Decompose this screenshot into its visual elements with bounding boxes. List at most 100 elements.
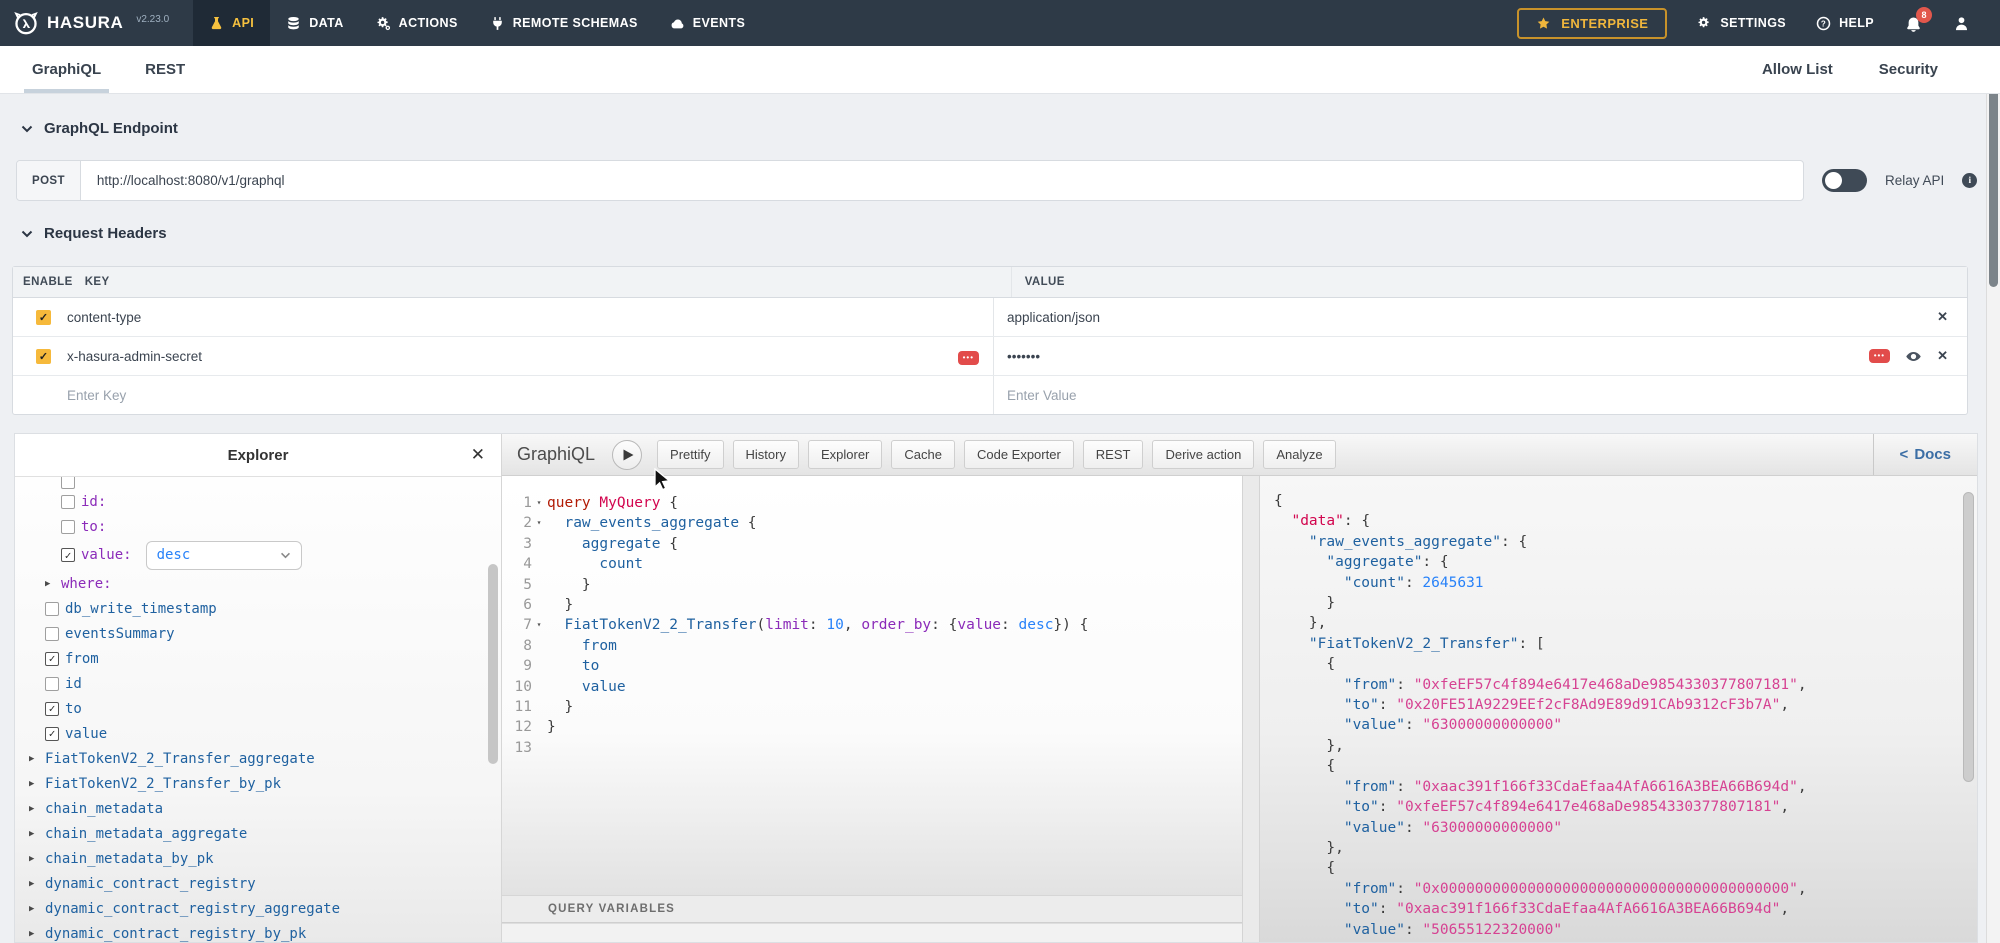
response-line: "aggregate": {	[1273, 552, 1977, 572]
explorer-field-id[interactable]: id:	[15, 489, 501, 514]
docs-button[interactable]: < Docs	[1873, 434, 1977, 475]
field-checkbox[interactable]: ✓	[45, 702, 59, 716]
query-variables-area[interactable]	[502, 924, 1242, 942]
explorer-field-where[interactable]: ▶where:	[15, 571, 501, 596]
explorer-scrollbar[interactable]	[488, 564, 498, 764]
expand-arrow-icon[interactable]: ▶	[29, 829, 39, 839]
field-checkbox[interactable]	[61, 520, 75, 534]
expand-arrow-icon[interactable]: ▶	[29, 779, 39, 789]
hasura-logo[interactable]: HASURA v2.23.0	[0, 10, 169, 36]
link-allow-list[interactable]: Allow List	[1762, 61, 1833, 78]
info-icon[interactable]: i	[1962, 173, 1977, 188]
history-button[interactable]: History	[733, 440, 799, 469]
expand-arrow-icon[interactable]: ▶	[29, 754, 39, 764]
nav-item-remote-schemas[interactable]: REMOTE SCHEMAS	[474, 0, 654, 46]
explorer-field-value[interactable]: ✓value	[15, 721, 501, 746]
secret-pill-icon[interactable]: •••	[1869, 349, 1890, 363]
explorer-field-chain_metadata_by_pk[interactable]: ▶chain_metadata_by_pk	[15, 846, 501, 871]
field-checkbox[interactable]	[45, 627, 59, 641]
explorer-field-dynamic_contract_registry_by_pk[interactable]: ▶dynamic_contract_registry_by_pk	[15, 921, 501, 942]
explorer-field-chain_metadata_aggregate[interactable]: ▶chain_metadata_aggregate	[15, 821, 501, 846]
field-checkbox[interactable]	[45, 602, 59, 616]
explorer-field-FiatTokenV2_2_Transfer_by_pk[interactable]: ▶FiatTokenV2_2_Transfer_by_pk	[15, 771, 501, 796]
expand-arrow-icon[interactable]: ▶	[29, 904, 39, 914]
query-line: 13	[502, 738, 1242, 758]
explorer-field-from[interactable]: ✓from	[15, 646, 501, 671]
link-security[interactable]: Security	[1879, 61, 1938, 78]
relay-api-toggle[interactable]	[1822, 169, 1867, 192]
explorer-field-value[interactable]: ✓value:desc	[15, 539, 501, 571]
header-value-input[interactable]: •••••••	[1007, 349, 1040, 364]
field-checkbox[interactable]: ✓	[45, 727, 59, 741]
new-header-key-input[interactable]: Enter Key	[67, 388, 126, 403]
nav-item-data[interactable]: DATA	[270, 0, 359, 46]
page-scrollbar[interactable]	[1986, 46, 2000, 943]
expand-arrow-icon[interactable]: ▶	[45, 579, 55, 589]
code-exporter-button[interactable]: Code Exporter	[964, 440, 1074, 469]
explorer-field-dynamic_contract_registry[interactable]: ▶dynamic_contract_registry	[15, 871, 501, 896]
explorer-field-partial[interactable]	[15, 477, 501, 489]
header-value-input[interactable]: application/json	[1007, 310, 1100, 325]
explorer-field-dynamic_contract_registry_aggregate[interactable]: ▶dynamic_contract_registry_aggregate	[15, 896, 501, 921]
notification-badge: 8	[1916, 7, 1932, 23]
field-checkbox[interactable]: ✓	[45, 652, 59, 666]
user-menu-button[interactable]	[1953, 15, 1970, 32]
request-headers-section-toggle[interactable]: Request Headers	[21, 225, 167, 242]
field-checkbox[interactable]	[61, 477, 75, 489]
field-checkbox[interactable]	[61, 495, 75, 509]
expand-arrow-icon[interactable]: ▶	[29, 879, 39, 889]
secret-pill-icon[interactable]: •••	[958, 351, 979, 365]
nav-item-events[interactable]: EVENTS	[654, 0, 761, 46]
graphql-endpoint-section-toggle[interactable]: GraphQL Endpoint	[21, 120, 178, 137]
order-by-value-select[interactable]: desc	[146, 541, 302, 570]
fold-arrow-icon[interactable]: ▾	[532, 615, 546, 635]
new-header-value-input[interactable]: Enter Value	[1007, 388, 1077, 403]
derive-action-button[interactable]: Derive action	[1152, 440, 1254, 469]
cache-button[interactable]: Cache	[891, 440, 955, 469]
rest-button[interactable]: REST	[1083, 440, 1144, 469]
explorer-field-to[interactable]: ✓to	[15, 696, 501, 721]
explorer-field-FiatTokenV2_2_Transfer_aggregate[interactable]: ▶FiatTokenV2_2_Transfer_aggregate	[15, 746, 501, 771]
query-variables-header[interactable]: QUERY VARIABLES	[502, 895, 1242, 923]
execute-query-button[interactable]	[612, 440, 642, 470]
tab-rest[interactable]: REST	[145, 46, 185, 93]
field-checkbox[interactable]	[45, 677, 59, 691]
expand-arrow-icon[interactable]: ▶	[29, 854, 39, 864]
fold-arrow-icon[interactable]: ▾	[532, 493, 546, 513]
help-button[interactable]: ? HELP	[1816, 16, 1874, 31]
remove-header-icon[interactable]: ✕	[1937, 309, 1948, 325]
fold-arrow-icon	[532, 636, 546, 656]
explorer-button[interactable]: Explorer	[808, 440, 882, 469]
notifications-button[interactable]: 8	[1904, 14, 1923, 33]
chevron-left-icon: <	[1900, 446, 1909, 463]
nav-item-api[interactable]: API	[193, 0, 270, 46]
close-icon[interactable]: ✕	[471, 445, 485, 465]
reveal-value-eye-icon[interactable]	[1905, 348, 1922, 365]
expand-arrow-icon[interactable]: ▶	[29, 804, 39, 814]
explorer-field-db_write_timestamp[interactable]: db_write_timestamp	[15, 596, 501, 621]
prettify-button[interactable]: Prettify	[657, 440, 723, 469]
fold-arrow-icon[interactable]: ▾	[532, 513, 546, 533]
endpoint-url-input[interactable]: http://localhost:8080/v1/graphql	[81, 161, 1803, 200]
settings-button[interactable]: SETTINGS	[1697, 16, 1786, 31]
explorer-header: Explorer ✕	[15, 434, 501, 477]
explorer-field-to[interactable]: to:	[15, 514, 501, 539]
enterprise-button[interactable]: ENTERPRISE	[1517, 8, 1667, 39]
field-checkbox[interactable]: ✓	[61, 548, 75, 562]
explorer-field-chain_metadata[interactable]: ▶chain_metadata	[15, 796, 501, 821]
header-key-input[interactable]: content-type	[67, 310, 141, 325]
response-scrollbar[interactable]	[1963, 492, 1974, 782]
panel-resize-handle[interactable]	[1242, 476, 1260, 942]
explorer-field-id[interactable]: id	[15, 671, 501, 696]
main-nav: APIDATAACTIONSREMOTE SCHEMASEVENTS	[193, 0, 761, 46]
enable-header-checkbox[interactable]: ✓	[36, 310, 51, 325]
nav-item-actions[interactable]: ACTIONS	[360, 0, 474, 46]
enable-header-checkbox[interactable]: ✓	[36, 349, 51, 364]
expand-arrow-icon[interactable]: ▶	[29, 929, 39, 939]
analyze-button[interactable]: Analyze	[1263, 440, 1335, 469]
header-key-input[interactable]: x-hasura-admin-secret	[67, 349, 202, 364]
query-editor[interactable]: 1▾query MyQuery {2▾ raw_events_aggregate…	[502, 476, 1242, 942]
explorer-field-eventsSummary[interactable]: eventsSummary	[15, 621, 501, 646]
remove-header-icon[interactable]: ✕	[1937, 348, 1948, 364]
tab-graphiql[interactable]: GraphiQL	[32, 46, 101, 93]
